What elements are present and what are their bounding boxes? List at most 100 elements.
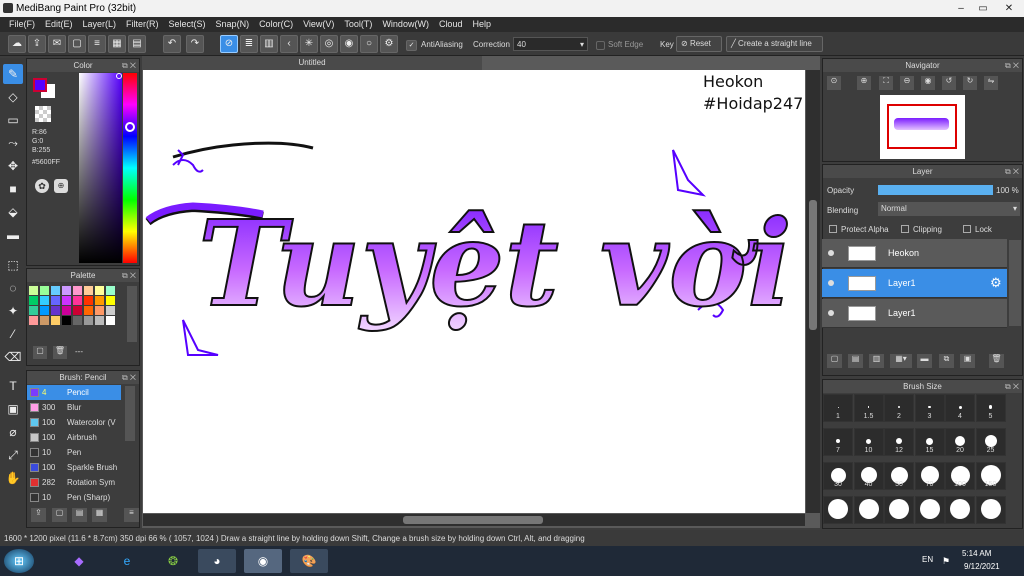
palette-swatch[interactable]: [95, 286, 104, 295]
brush-size-option[interactable]: 50: [884, 462, 914, 490]
soft-edge-checkbox[interactable]: [596, 41, 605, 50]
snap-ring-icon[interactable]: ○: [360, 35, 378, 53]
snap-circle-icon[interactable]: ◎: [320, 35, 338, 53]
brush-size-option[interactable]: 12: [884, 428, 914, 456]
add-palette-icon[interactable]: ▢: [33, 346, 47, 359]
brush-size-option[interactable]: 15: [914, 428, 945, 456]
palette-swatch[interactable]: [106, 286, 115, 295]
hue-handle[interactable]: [125, 122, 135, 132]
layer-row[interactable]: Layer1 ⚙: [822, 269, 1007, 298]
folder-icon[interactable]: ▬: [917, 354, 932, 368]
palette-swatch[interactable]: [29, 286, 38, 295]
duplicate-layer-icon[interactable]: ⧉: [939, 354, 954, 368]
new-halftone-layer-icon[interactable]: ▤: [848, 354, 863, 368]
color-pick-icon[interactable]: ⊕: [54, 179, 68, 193]
zoom-icon[interactable]: ⊙: [827, 76, 841, 90]
menu-edit[interactable]: Edit(E): [40, 17, 78, 32]
brush-size-option[interactable]: 5: [975, 394, 1006, 422]
layer-row[interactable]: Layer1: [822, 299, 1007, 328]
layer-row[interactable]: Heokon: [822, 239, 1007, 268]
menu-select[interactable]: Select(S): [164, 17, 211, 32]
brush-size-option[interactable]: [975, 496, 1006, 524]
menu-tool[interactable]: Tool(T): [339, 17, 377, 32]
correction-select[interactable]: 40 ▾: [513, 37, 588, 51]
medibang-icon[interactable]: ◉: [244, 549, 282, 573]
saturation-value-picker[interactable]: [79, 73, 122, 263]
visibility-icon[interactable]: [828, 280, 834, 286]
select-pen-icon[interactable]: ⁄: [3, 324, 23, 344]
vertical-scrollbar[interactable]: [806, 70, 820, 513]
fill-tool-icon[interactable]: ■: [3, 179, 23, 199]
new-layer-icon[interactable]: ▢: [827, 354, 842, 368]
language-indicator[interactable]: EN: [922, 555, 933, 564]
menu-window[interactable]: Window(W): [377, 17, 434, 32]
redo-icon[interactable]: ↷: [186, 35, 204, 53]
select-eraser-icon[interactable]: ⌫: [3, 347, 23, 367]
clipping-checkbox[interactable]: [901, 225, 909, 233]
panel-menu-icon[interactable]: ⧉ ✕: [1005, 59, 1019, 72]
palette-swatch[interactable]: [73, 286, 82, 295]
new-8bit-layer-icon[interactable]: ▥: [869, 354, 884, 368]
coccoc-icon[interactable]: ❂: [154, 549, 192, 573]
snap-settings-icon[interactable]: ⚙: [380, 35, 398, 53]
palette-swatch[interactable]: [84, 316, 93, 325]
gradient-tool-icon[interactable]: ▬: [3, 225, 23, 245]
brush-size-option[interactable]: 150: [975, 462, 1006, 490]
palette-swatch[interactable]: [62, 316, 71, 325]
palette-swatch[interactable]: [40, 286, 49, 295]
brush-add-icon[interactable]: ▤: [72, 508, 87, 522]
brush-size-option[interactable]: 30: [823, 462, 853, 490]
zoom-in-icon[interactable]: ⊕: [857, 76, 871, 90]
visibility-icon[interactable]: [828, 250, 834, 256]
brush-size-option[interactable]: 20: [945, 428, 975, 456]
palette-swatch[interactable]: [51, 296, 60, 305]
brush-size-option[interactable]: 1: [823, 394, 853, 422]
opacity-slider[interactable]: [878, 185, 993, 195]
canvas[interactable]: Heokon #Hoidap247 Tuyệt vời: [143, 70, 805, 513]
trash-icon[interactable]: 🗑: [989, 354, 1004, 368]
rect-select-tool-icon[interactable]: ▭: [3, 110, 23, 130]
snap-curve-icon[interactable]: ◉: [340, 35, 358, 53]
panel-menu-icon[interactable]: ⧉ ✕: [122, 371, 136, 384]
palette-swatch[interactable]: [95, 296, 104, 305]
maximize-button[interactable]: ▭: [972, 0, 994, 17]
grid-icon[interactable]: ▦: [108, 35, 126, 53]
brush-row[interactable]: 4 Pencil: [27, 385, 121, 400]
brush-size-option[interactable]: 4: [945, 394, 975, 422]
brush-size-option[interactable]: 7: [823, 428, 853, 456]
palette-swatch[interactable]: [29, 316, 38, 325]
brush-menu-icon[interactable]: ≡: [124, 508, 139, 522]
add-layer-menu-icon[interactable]: ▦▾: [890, 354, 912, 368]
brush-size-option[interactable]: 1.5: [853, 394, 884, 422]
snap-vanish-icon[interactable]: ‹: [280, 35, 298, 53]
document-tab[interactable]: Untitled: [142, 56, 482, 70]
brush-cloud-icon[interactable]: ⇪: [31, 508, 46, 522]
palette-swatch[interactable]: [95, 316, 104, 325]
menu-snap[interactable]: Snap(N): [211, 17, 255, 32]
select-tool-icon[interactable]: ⬚: [3, 255, 23, 275]
lasso-tool-icon[interactable]: ⤳: [3, 133, 23, 153]
v-scroll-thumb[interactable]: [809, 200, 817, 330]
palette-swatch[interactable]: [84, 286, 93, 295]
brush-row[interactable]: 100 Sparkle Brush: [27, 460, 121, 475]
eraser-tool-icon[interactable]: ◇: [3, 87, 23, 107]
palette-swatch[interactable]: [73, 306, 82, 315]
palette-swatch[interactable]: [51, 306, 60, 315]
protect-alpha-checkbox[interactable]: [829, 225, 837, 233]
layer-scrollbar[interactable]: [1009, 240, 1021, 326]
brush-size-option[interactable]: [853, 496, 884, 524]
brush-size-option[interactable]: 70: [914, 462, 945, 490]
menu-file[interactable]: File(F): [4, 17, 40, 32]
text-tool-icon[interactable]: T: [3, 376, 23, 396]
document-icon[interactable]: ≡: [88, 35, 106, 53]
palette-swatch[interactable]: [29, 306, 38, 315]
brush-size-option[interactable]: [884, 496, 914, 524]
brush-size-option[interactable]: 2: [884, 394, 914, 422]
hand-tool-icon[interactable]: ✋: [3, 468, 23, 488]
menu-cloud[interactable]: Cloud: [434, 17, 468, 32]
palette-swatch[interactable]: [62, 306, 71, 315]
blending-select[interactable]: Normal ▾: [878, 202, 1020, 216]
snap-radial-icon[interactable]: ✳: [300, 35, 318, 53]
share-icon[interactable]: ⇪: [28, 35, 46, 53]
panel-menu-icon[interactable]: ⧉ ✕: [122, 269, 136, 282]
